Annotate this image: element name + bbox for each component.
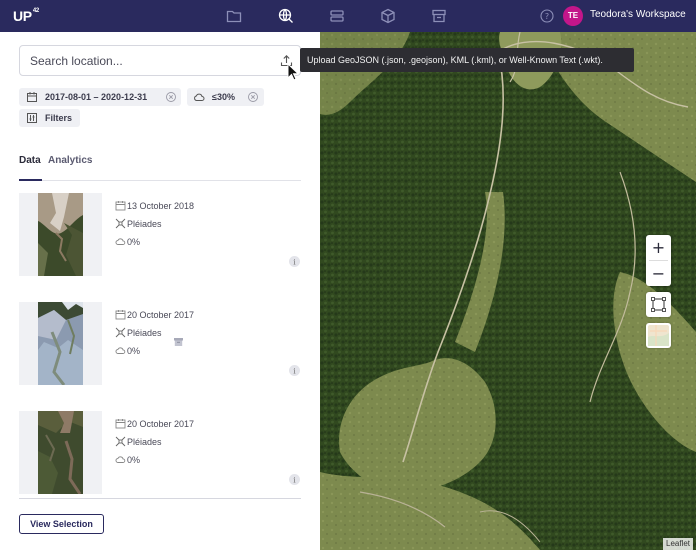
cloud-coverage: 0%: [115, 236, 140, 247]
workspace-name[interactable]: Teodora's Workspace: [590, 9, 686, 20]
cloud-coverage: 0%: [115, 345, 140, 356]
logo-superscript: 42: [32, 8, 39, 15]
cloud-icon: [115, 238, 126, 245]
date-text: 20 October 2017: [127, 419, 195, 429]
sensor-text: Pléiades: [127, 328, 162, 338]
zoom-control: + −: [646, 235, 671, 286]
result-thumbnail: [38, 411, 83, 494]
globe-search-icon[interactable]: [278, 8, 294, 24]
acquisition-date: 20 October 2017: [115, 309, 194, 320]
satellite-map[interactable]: [320, 32, 696, 550]
date-text: 13 October 2018: [127, 201, 195, 211]
info-icon[interactable]: i: [289, 365, 300, 376]
satellite-icon: [115, 327, 126, 338]
cloud-cover-label: ≤30%: [212, 92, 235, 102]
satellite-imagery: [320, 32, 696, 550]
remove-date-filter-icon[interactable]: [166, 92, 176, 102]
cube-icon[interactable]: [380, 8, 396, 24]
sensor: Pléiades: [115, 327, 162, 338]
cloud-icon: [194, 93, 205, 101]
sensor: Pléiades: [115, 218, 162, 229]
tab-analytics[interactable]: Analytics: [48, 155, 92, 166]
result-thumbnail: [38, 193, 83, 276]
satellite-icon: [115, 218, 126, 229]
top-navbar: UP42 ? TE Teodora's Workspace: [0, 0, 696, 32]
calendar-icon: [115, 310, 126, 320]
cloud-text: 0%: [127, 346, 141, 356]
info-icon[interactable]: i: [289, 474, 300, 485]
draw-rectangle-icon: [651, 297, 666, 312]
result-card[interactable]: 20 October 2017 Pléiades 0% i: [19, 302, 301, 385]
cloud-icon: [115, 347, 126, 354]
upload-tooltip: Upload GeoJSON (.json, .geojson), KML (.…: [300, 48, 634, 72]
tabs: Data Analytics: [19, 155, 301, 181]
cloud-text: 0%: [127, 237, 141, 247]
acquisition-date: 20 October 2017: [115, 418, 194, 429]
folder-icon[interactable]: [226, 8, 242, 24]
active-tab-indicator: [19, 179, 42, 181]
cloud-cover-chip[interactable]: ≤30%: [187, 88, 264, 106]
svg-text:?: ?: [545, 12, 549, 21]
sidebar: 2017-08-01 – 2020-12-31 ≤30% Filters Dat…: [0, 32, 320, 550]
cloud-icon: [115, 456, 126, 463]
sensor: Pléiades: [115, 436, 162, 447]
cloud-coverage: 0%: [115, 454, 140, 465]
calendar-icon: [115, 201, 126, 211]
sliders-icon: [27, 113, 37, 123]
info-icon[interactable]: i: [289, 256, 300, 267]
divider: [19, 498, 301, 499]
result-card[interactable]: 20 October 2017 Pléiades 0% i: [19, 411, 301, 494]
draw-rectangle-button[interactable]: [646, 292, 671, 317]
calendar-icon: [115, 419, 126, 429]
result-thumbnail: [38, 302, 83, 385]
basemap-layer-icon: [648, 325, 669, 346]
logo-text: UP: [13, 8, 32, 24]
search-box: [19, 45, 301, 76]
avatar[interactable]: TE: [563, 6, 583, 26]
cloud-text: 0%: [127, 455, 141, 465]
sensor-text: Pléiades: [127, 437, 162, 447]
tab-data[interactable]: Data: [19, 155, 41, 166]
zoom-out-button[interactable]: −: [646, 261, 671, 286]
sensor-text: Pléiades: [127, 219, 162, 229]
remove-cloud-filter-icon[interactable]: [248, 92, 258, 102]
mouse-cursor-icon: [287, 63, 299, 81]
store-icon[interactable]: [431, 8, 447, 24]
view-selection-button[interactable]: View Selection: [19, 514, 104, 534]
calendar-icon: [27, 92, 37, 102]
date-text: 20 October 2017: [127, 310, 195, 320]
date-range-label: 2017-08-01 – 2020-12-31: [45, 92, 148, 102]
up42-logo[interactable]: UP42: [13, 8, 39, 24]
date-range-chip[interactable]: 2017-08-01 – 2020-12-31: [19, 88, 181, 106]
acquisition-date: 13 October 2018: [115, 200, 194, 211]
map-attribution[interactable]: Leaflet: [663, 538, 694, 550]
filters-button[interactable]: Filters: [19, 109, 80, 127]
archive-icon: [174, 338, 183, 346]
result-card[interactable]: 13 October 2018 Pléiades 0% i: [19, 193, 301, 276]
filters-label: Filters: [45, 113, 73, 123]
help-icon[interactable]: ?: [540, 9, 554, 23]
search-input[interactable]: [30, 46, 270, 75]
zoom-in-button[interactable]: +: [646, 235, 671, 260]
basemap-switch-button[interactable]: [646, 323, 671, 348]
satellite-icon: [115, 436, 126, 447]
storage-icon[interactable]: [329, 8, 345, 24]
